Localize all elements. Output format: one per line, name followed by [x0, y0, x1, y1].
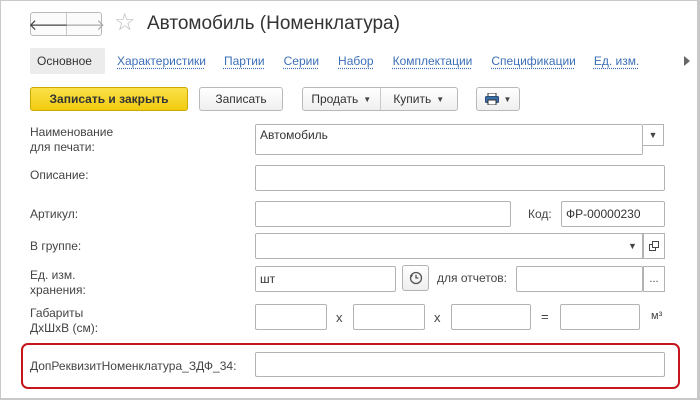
group-open-button[interactable]: [643, 233, 665, 259]
equals-sign: =: [541, 309, 549, 324]
tab-series[interactable]: Серии: [284, 48, 319, 74]
buy-dropdown-button[interactable]: Купить ▼: [381, 88, 458, 110]
favorite-star-icon[interactable]: ☆: [114, 9, 136, 37]
width-field[interactable]: [353, 304, 425, 330]
save-and-close-button[interactable]: Записать и закрыть: [30, 87, 188, 111]
length-field[interactable]: [255, 304, 327, 330]
ellipsis-icon: ...: [649, 273, 659, 285]
caret-down-icon: ▼: [363, 94, 372, 104]
print-name-field[interactable]: Автомобиль: [255, 124, 643, 155]
print-dropdown-button[interactable]: ▼: [476, 87, 520, 111]
description-field[interactable]: [255, 165, 665, 191]
group-label: В группе:: [30, 239, 82, 253]
forward-button[interactable]: 🡒: [64, 13, 106, 35]
article-label: Артикул:: [30, 207, 79, 221]
times-sign-1: x: [336, 310, 343, 325]
caret-down-icon: ▼: [503, 94, 512, 104]
caret-down-icon: ▼: [436, 94, 445, 104]
extra-attribute-label: ДопРеквизитНоменклатура_ЗДФ_34:: [30, 359, 237, 373]
code-field[interactable]: ФР-00000230: [561, 201, 665, 227]
tab-bar: Основное Характеристики Партии Серии Наб…: [30, 48, 639, 74]
tab-characteristics[interactable]: Характеристики: [117, 48, 206, 74]
sell-buy-group: Продать ▼ Купить ▼: [302, 87, 458, 111]
back-button[interactable]: 🡐: [28, 13, 69, 35]
article-field[interactable]: [255, 201, 511, 227]
unit-label: Ед. изм. хранения:: [30, 268, 86, 297]
sell-label: Продать: [311, 92, 359, 106]
save-button[interactable]: Записать: [199, 87, 283, 111]
reports-label: для отчетов:: [437, 271, 508, 285]
tab-units[interactable]: Ед. изм.: [594, 48, 639, 74]
code-label: Код:: [528, 207, 552, 221]
reports-unit-field[interactable]: [516, 266, 643, 292]
tabs-scroll-right-icon[interactable]: [684, 56, 690, 66]
tab-specifications[interactable]: Спецификации: [491, 48, 575, 74]
arrow-right-icon: 🡒: [64, 16, 106, 34]
history-nav: 🡐 🡒: [28, 12, 106, 36]
dimensions-label: Габариты ДхШхВ (см):: [30, 306, 99, 335]
print-name-dropdown-button[interactable]: ▼: [643, 124, 664, 146]
volume-field[interactable]: [560, 304, 640, 330]
caret-down-icon: ▼: [648, 130, 658, 140]
arrow-left-icon: 🡐: [28, 16, 69, 34]
open-window-icon: [649, 241, 659, 251]
tab-batches[interactable]: Партии: [224, 48, 265, 74]
extra-attribute-field[interactable]: [255, 352, 665, 377]
tab-configurations[interactable]: Комплектации: [393, 48, 473, 74]
group-dropdown-button[interactable]: ▼: [622, 233, 643, 259]
group-field[interactable]: [255, 233, 643, 259]
unit-field[interactable]: шт: [255, 266, 396, 292]
history-clock-icon: [409, 271, 422, 285]
unit-history-button[interactable]: [402, 265, 429, 291]
description-label: Описание:: [30, 168, 89, 182]
print-name-label: Наименование для печати:: [30, 125, 114, 154]
printer-icon: [484, 93, 499, 105]
page-title: Автомобиль (Номенклатура): [147, 13, 400, 34]
buy-label: Купить: [393, 92, 432, 106]
sell-dropdown-button[interactable]: Продать ▼: [303, 88, 381, 110]
height-field[interactable]: [451, 304, 531, 330]
tab-main[interactable]: Основное: [30, 48, 105, 74]
reports-unit-select-button[interactable]: ...: [643, 266, 665, 292]
times-sign-2: x: [434, 310, 441, 325]
cubic-meters-unit: м³: [651, 310, 663, 322]
tab-set[interactable]: Набор: [338, 48, 374, 74]
caret-down-icon: ▼: [628, 241, 637, 251]
